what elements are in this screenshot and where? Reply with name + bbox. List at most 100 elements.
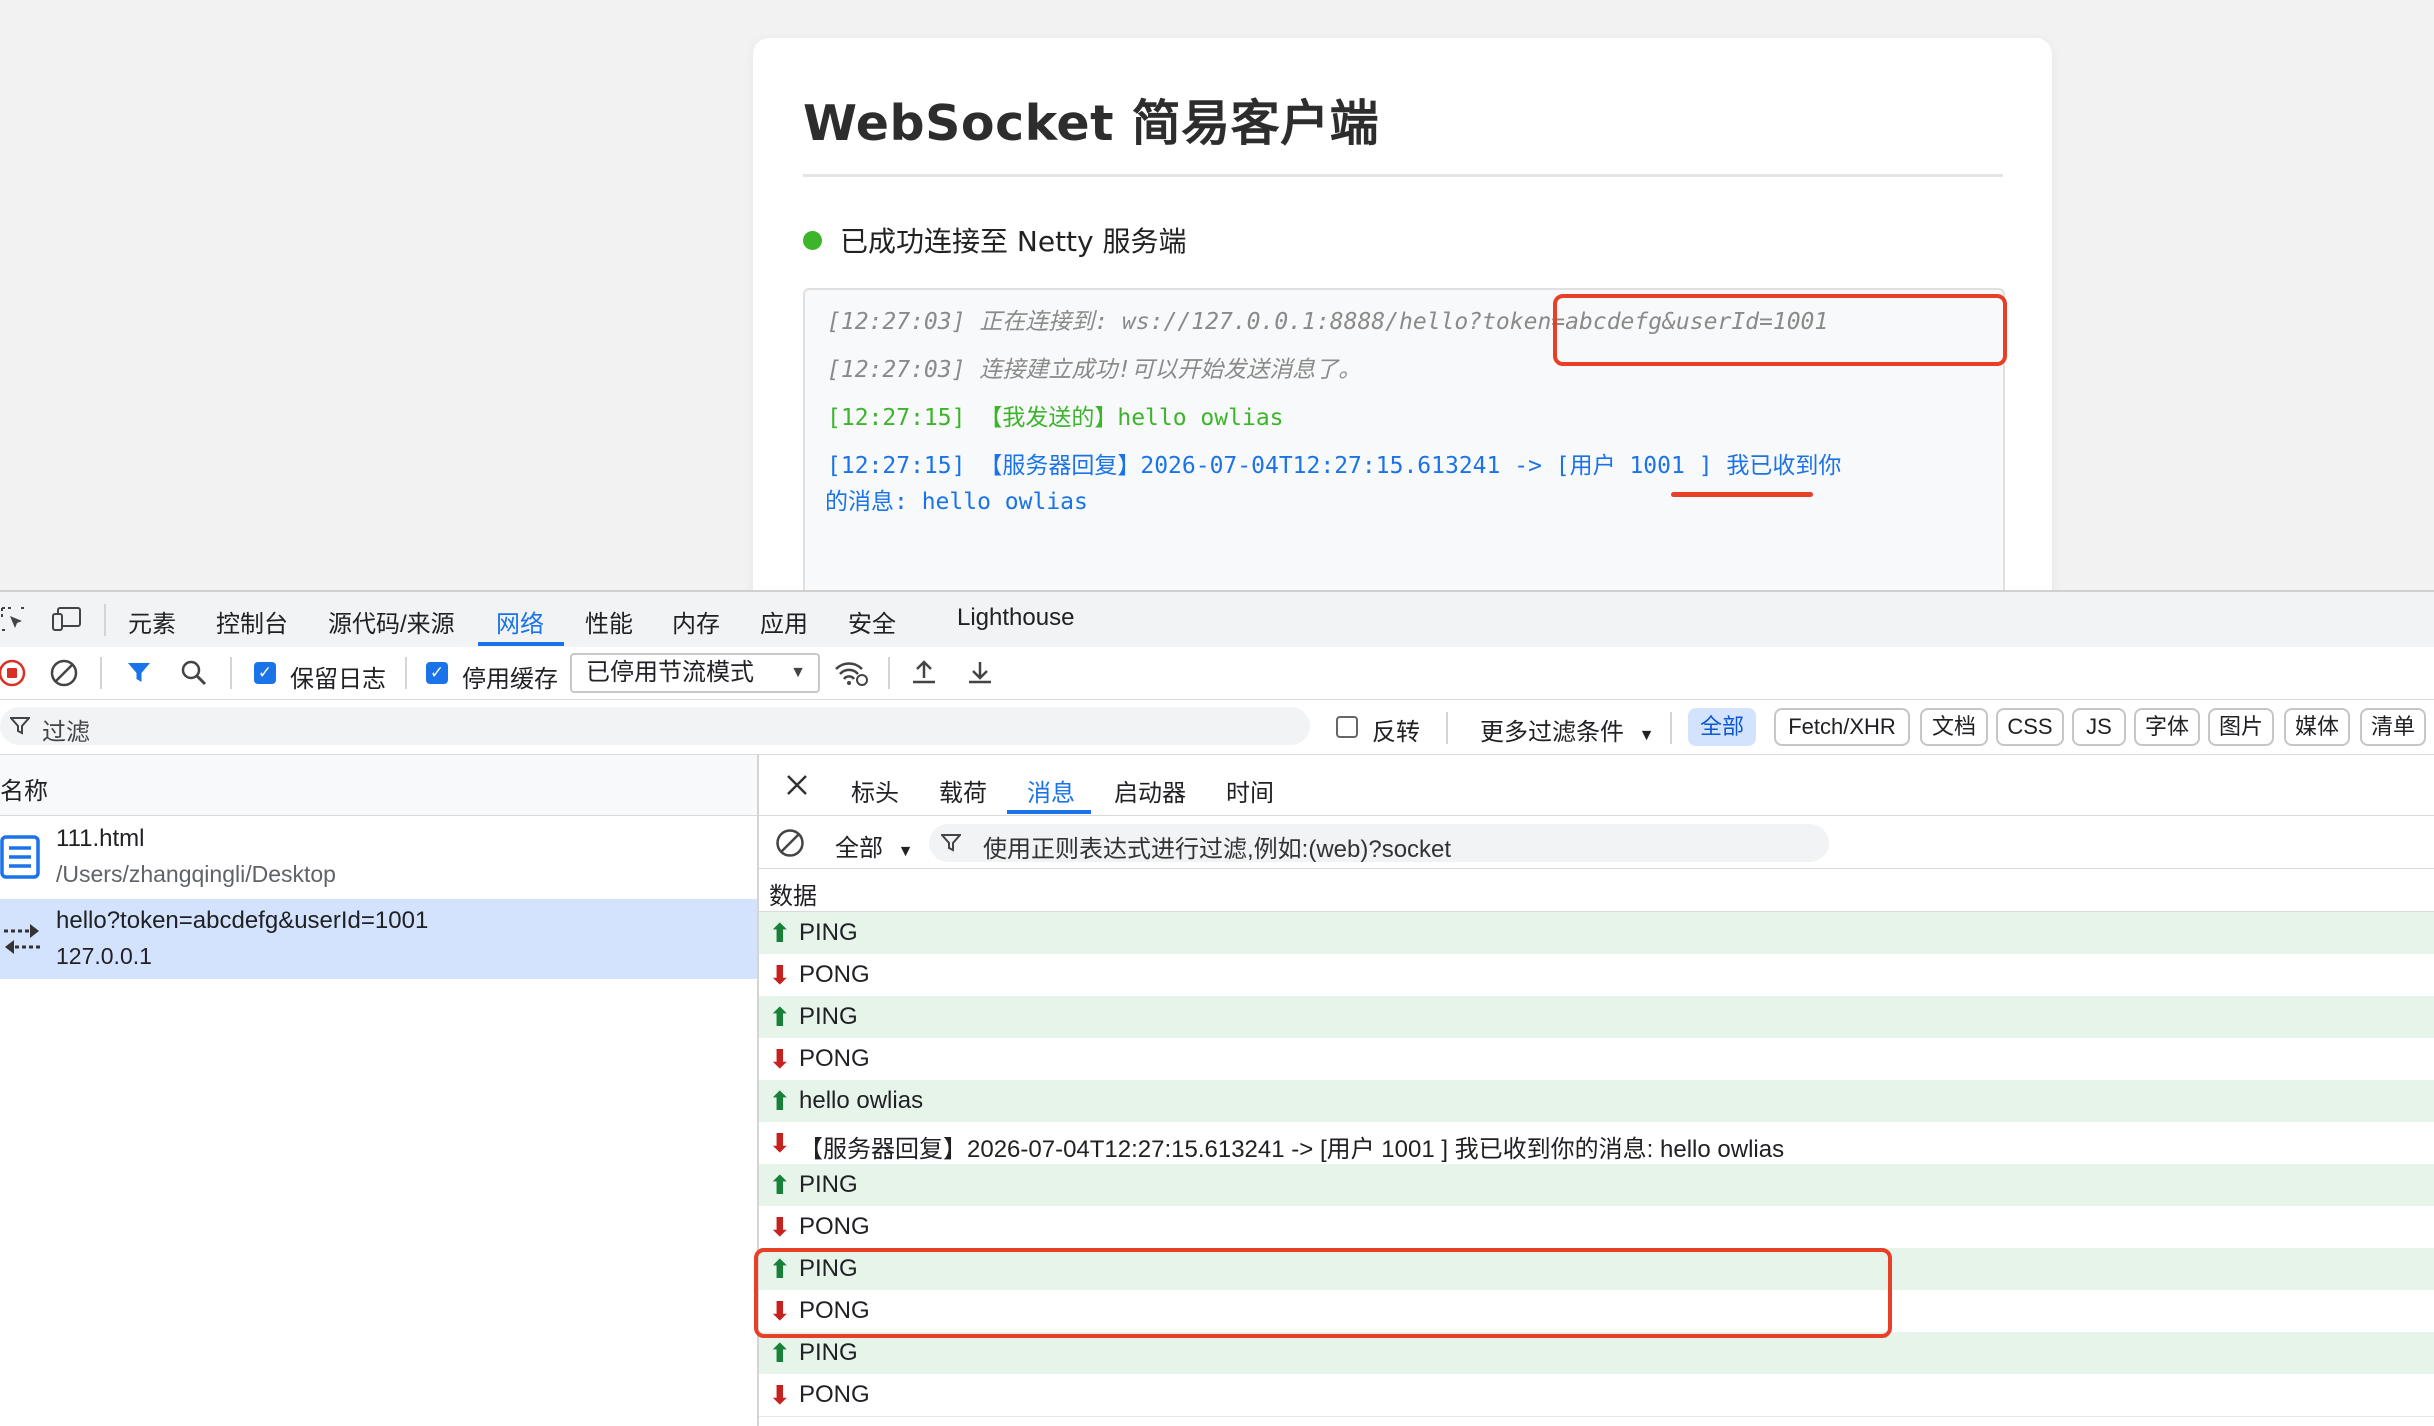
more-filters-dropdown[interactable]: 更多过滤条件 ▼ [1480, 712, 1655, 747]
request-row-selected[interactable]: hello?token=abcdefg&userId=1001 127.0.0.… [0, 899, 757, 979]
filter-input[interactable]: 过滤 [0, 707, 1310, 746]
message-row[interactable]: ⬇ 【服务器回复】2026-07-04T12:27:15.613241 -> [… [759, 1122, 2434, 1165]
message-filter-bar: 全部 ▼ 使用正则表达式进行过滤,例如:(web)?socket [759, 816, 2434, 869]
message-regex-placeholder: 使用正则表达式进行过滤,例如:(web)?socket [983, 836, 1452, 863]
log-text: 的消息: hello owlias [825, 489, 1088, 515]
chip-all[interactable]: 全部 [1688, 708, 1756, 746]
close-icon[interactable] [785, 773, 809, 797]
message-text: 【服务器回复】2026-07-04T12:27:15.613241 -> [用户… [799, 1136, 1785, 1163]
log-text: 【我发送的】hello owlias [979, 405, 1284, 431]
status-text: 已成功连接至 Netty 服务端 [840, 225, 1187, 258]
devtools-tab-bar: 元素 控制台 源代码/来源 网络 性能 内存 应用 安全 Lighthouse [0, 590, 2434, 649]
export-har-icon[interactable] [966, 658, 994, 686]
divider [405, 657, 407, 689]
tab-initiator[interactable]: 启动器 [1114, 773, 1186, 808]
tab-lighthouse[interactable]: Lighthouse [957, 604, 1074, 632]
message-text: PING [799, 1003, 858, 1030]
websocket-icon [0, 919, 44, 959]
name-column-header[interactable]: 名称 [0, 755, 757, 816]
message-row[interactable]: ⬆ PING [759, 1164, 2434, 1207]
search-icon[interactable] [180, 659, 208, 687]
log-text: 连接建立成功!可以开始发送消息了。 [979, 357, 1362, 383]
page-title: WebSocket 简易客户端 [803, 95, 1380, 152]
record-stop-icon[interactable] [0, 659, 26, 687]
message-text: PONG [799, 1213, 870, 1240]
tab-elements[interactable]: 元素 [128, 604, 176, 639]
more-filters-label: 更多过滤条件 [1480, 719, 1624, 746]
filter-icon [10, 716, 30, 736]
divider [1670, 712, 1672, 744]
import-har-icon[interactable] [910, 658, 938, 686]
data-column-header[interactable]: 数据 [759, 869, 2434, 912]
message-text: PONG [799, 1045, 870, 1072]
arrow-up-icon: ⬆ [769, 918, 791, 948]
throttle-select[interactable]: 已停用节流模式 ▼ [570, 653, 820, 693]
message-text: PONG [799, 961, 870, 988]
filter-icon[interactable] [126, 660, 152, 686]
log-time: [12:27:15] [827, 453, 966, 479]
chip-fetch-xhr[interactable]: Fetch/XHR [1774, 708, 1910, 746]
tab-messages[interactable]: 消息 [1027, 773, 1075, 808]
arrow-down-icon: ⬇ [769, 1044, 791, 1074]
request-row[interactable]: 111.html /Users/zhangqingli/Desktop [0, 817, 757, 897]
message-row[interactable]: ⬇ PONG [759, 1374, 2434, 1417]
annotation-box-messages [754, 1248, 1892, 1338]
log-line: [12:27:15] 【我发送的】hello owlias [827, 400, 1284, 436]
chip-css[interactable]: CSS [1996, 708, 2064, 746]
detail-tab-bar: 标头 载荷 消息 启动器 时间 [759, 755, 2434, 816]
arrow-down-icon: ⬇ [769, 1212, 791, 1242]
throttle-value: 已停用节流模式 [586, 659, 754, 686]
message-row[interactable]: ⬇ PONG [759, 1038, 2434, 1081]
message-text: PING [799, 919, 858, 946]
chevron-down-icon: ▼ [1638, 727, 1655, 744]
tab-performance[interactable]: 性能 [585, 604, 633, 639]
chip-manifest[interactable]: 清单 [2360, 708, 2426, 746]
tab-network[interactable]: 网络 [496, 604, 544, 639]
chip-media[interactable]: 媒体 [2284, 708, 2350, 746]
message-text: PONG [799, 1381, 870, 1408]
tab-headers[interactable]: 标头 [851, 773, 899, 808]
preserve-log-label: 保留日志 [290, 666, 386, 693]
clear-icon[interactable] [50, 659, 78, 687]
inspect-element-icon[interactable] [0, 606, 26, 632]
tab-console[interactable]: 控制台 [216, 604, 288, 639]
network-toolbar: ✓ 保留日志 ✓ 停用缓存 已停用节流模式 ▼ [0, 647, 2434, 700]
invert-checkbox[interactable] [1336, 716, 1358, 738]
preserve-log-checkbox[interactable]: ✓ [254, 662, 276, 684]
log-time: [12:27:03] [827, 309, 966, 335]
tab-sources[interactable]: 源代码/来源 [328, 604, 455, 639]
message-row[interactable]: ⬆ hello owlias [759, 1080, 2434, 1123]
disable-cache-checkbox[interactable]: ✓ [426, 662, 448, 684]
message-type-select[interactable]: 全部 ▼ [835, 828, 914, 863]
network-conditions-icon[interactable] [834, 659, 868, 687]
divider [888, 657, 890, 689]
devtools-panel: 元素 控制台 源代码/来源 网络 性能 内存 应用 安全 Lighthouse … [0, 590, 2434, 1426]
divider [230, 657, 232, 689]
message-row[interactable]: ⬇ PONG [759, 954, 2434, 997]
message-row[interactable]: ⬆ PING [759, 1332, 2434, 1375]
chip-font[interactable]: 字体 [2134, 708, 2200, 746]
tab-payload[interactable]: 载荷 [939, 773, 987, 808]
message-row[interactable]: ⬇ PONG [759, 1206, 2434, 1249]
device-toolbar-icon[interactable] [52, 606, 82, 632]
tab-security[interactable]: 安全 [848, 604, 896, 639]
message-row[interactable]: ⬆ PING [759, 996, 2434, 1039]
request-list: 名称 111.html /Users/zhangqingli/Desktop h… [0, 755, 759, 1426]
message-text: PING [799, 1339, 858, 1366]
clear-messages-icon[interactable] [775, 828, 805, 858]
message-row[interactable]: ⬆ PING [759, 912, 2434, 955]
chip-img[interactable]: 图片 [2208, 708, 2274, 746]
arrow-up-icon: ⬆ [769, 1086, 791, 1116]
tab-timing[interactable]: 时间 [1226, 773, 1274, 808]
tab-application[interactable]: 应用 [760, 604, 808, 639]
chip-js[interactable]: JS [2072, 708, 2126, 746]
log-time: [12:27:03] [827, 357, 966, 383]
tab-memory[interactable]: 内存 [672, 604, 720, 639]
annotation-box-token [1553, 294, 2007, 366]
chip-doc[interactable]: 文档 [1920, 708, 1988, 746]
log-text: 【服务器回复】2026-07-04T12:27:15.613241 -> [用户… [979, 453, 1842, 479]
status-dot-icon [803, 230, 822, 250]
message-regex-input[interactable]: 使用正则表达式进行过滤,例如:(web)?socket [929, 824, 1829, 863]
log-line: [12:27:15] 【服务器回复】2026-07-04T12:27:15.61… [827, 448, 1841, 484]
divider [100, 657, 102, 689]
